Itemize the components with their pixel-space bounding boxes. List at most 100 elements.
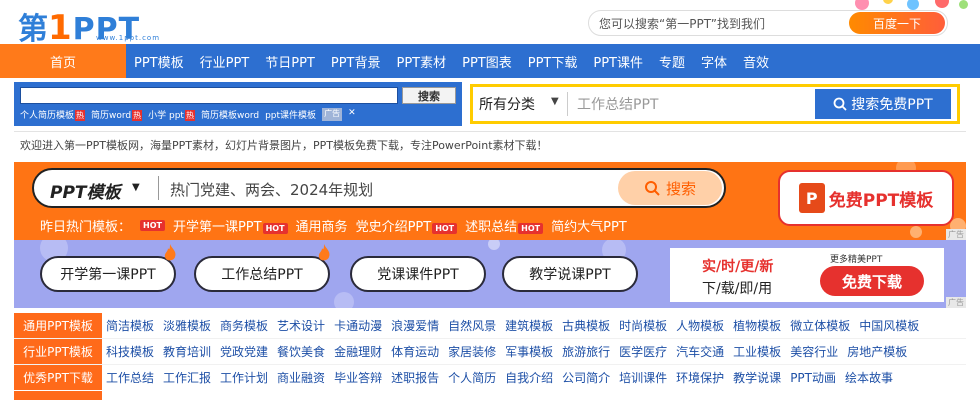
category-link[interactable]: 工作汇报 [163,369,211,386]
chevron-down-icon[interactable]: ▼ [551,96,559,107]
site-search-button[interactable]: 搜索 [402,87,456,104]
category-link[interactable]: 毕业答辩 [334,369,382,386]
category-link[interactable]: 金融理财 [334,343,382,360]
nav-item-ppt-material[interactable]: PPT素材 [389,44,455,78]
baidu-search-button[interactable]: 百度一下 [849,12,945,34]
category-link[interactable]: 环境保护 [676,369,724,386]
template-search-input[interactable]: 热门党建、两会、2024年规划 [170,179,373,200]
nav-item-sound[interactable]: 音效 [735,44,777,78]
free-download-panel: 实/时/更/新 下/载/即/用 更多精美PPT 免费下载 [670,248,944,302]
category-link[interactable]: 时尚模板 [619,317,667,334]
site-header: 第 1 PPT www.1ppt.com 您可以搜索“第一PPT”找到我们 百度… [0,0,980,48]
ad-label: 广告 [946,229,966,240]
hot-template-link[interactable]: 通用商务 [296,216,348,235]
free-ppt-search-button[interactable]: 搜索免费PPT [815,89,951,119]
category-label[interactable] [14,391,102,400]
hot-template-link[interactable]: 党史介绍PPT HOT [356,216,458,235]
nav-item-ppt-template[interactable]: PPT模板 [126,44,192,78]
category-link[interactable]: 自我介绍 [505,369,553,386]
category-link[interactable]: 人物模板 [676,317,724,334]
main-nav: 首页 PPT模板 行业PPT 节日PPT PPT背景 PPT素材 PPT图表 P… [0,44,980,78]
category-link[interactable]: 美容行业 [790,343,838,360]
category-link[interactable]: 餐饮美食 [277,343,325,360]
category-link[interactable]: 培训课件 [619,369,667,386]
free-download-button[interactable]: 免费下载 [820,266,924,296]
category-link[interactable]: 述职报告 [391,369,439,386]
category-link[interactable]: 商务模板 [220,317,268,334]
site-logo[interactable]: 第 1 PPT www.1ppt.com [18,4,159,48]
nav-home[interactable]: 首页 [0,44,126,78]
category-link[interactable]: PPT动画 [790,369,836,386]
category-link[interactable]: 军事模板 [505,343,553,360]
free-ppt-template-button[interactable]: P 免费PPT模板 [778,170,954,226]
template-category-select[interactable]: PPT模板 [50,178,121,203]
category-link[interactable]: 教育培训 [163,343,211,360]
nav-item-industry-ppt[interactable]: 行业PPT [192,44,258,78]
hot-badge: 热 [184,110,195,121]
category-link[interactable]: 个人简历 [448,369,496,386]
promo-banner[interactable]: 开学第一课PPT 工作总结PPT 党课课件PPT 教学说课PPT 实/时/更/新… [14,240,966,308]
promo-pill[interactable]: 教学说课PPT [502,256,638,292]
category-link[interactable]: 卡通动漫 [334,317,382,334]
category-link[interactable]: 旅游旅行 [562,343,610,360]
free-ppt-search-label: 搜索免费PPT [851,97,933,113]
slogan-realtime: 实/时/更/新 [702,259,774,275]
category-link[interactable]: 植物模板 [733,317,781,334]
category-link[interactable]: 微立体模板 [790,317,850,334]
category-link[interactable]: 教学说课 [733,369,781,386]
nav-item-festival-ppt[interactable]: 节日PPT [257,44,323,78]
category-link[interactable]: 浪漫爱情 [391,317,439,334]
category-link[interactable]: 绘本故事 [845,369,893,386]
promo-pill[interactable]: 党课课件PPT [350,256,486,292]
category-link[interactable]: 工业模板 [733,343,781,360]
category-link[interactable]: 工作总结 [106,369,154,386]
hot-template-link[interactable]: 简约大气PPT [551,216,627,235]
category-link[interactable]: 商业融资 [277,369,325,386]
nav-item-fonts[interactable]: 字体 [693,44,735,78]
category-link[interactable]: 房地产模板 [847,343,907,360]
suggestion-link[interactable]: 简历word 热 [91,108,143,121]
suggestion-link[interactable]: 简历模板word [201,108,259,121]
category-link[interactable]: 自然风景 [448,317,496,334]
suggestion-link[interactable]: ppt课件模板 [265,108,316,121]
nav-item-ppt-courseware[interactable]: PPT课件 [585,44,651,78]
category-label[interactable]: 优秀PPT下载 [14,365,102,390]
nav-item-ppt-chart[interactable]: PPT图表 [454,44,520,78]
promo-pill[interactable]: 工作总结PPT [194,256,330,292]
hot-template-link[interactable]: 开学第一课PPT HOT [173,216,288,235]
category-label[interactable]: 行业PPT模板 [14,339,102,364]
close-icon[interactable]: ✕ [348,108,356,121]
nav-item-topics[interactable]: 专题 [651,44,693,78]
hot-template-link[interactable]: 述职总结 HOT [465,216,544,235]
site-search-input[interactable] [20,87,398,104]
suggestion-link[interactable]: 个人简历模板热 [20,108,86,121]
hot-badge: HOT [432,223,458,234]
ad-label: 广告 [946,297,966,308]
free-ppt-search-input[interactable]: 工作总结PPT [577,94,658,114]
category-link[interactable]: 艺术设计 [277,317,325,334]
chevron-down-icon[interactable]: ▼ [132,182,140,193]
category-link[interactable]: 中国风模板 [859,317,919,334]
category-link[interactable]: 汽车交通 [676,343,724,360]
category-link[interactable]: 工作计划 [220,369,268,386]
nav-item-ppt-background[interactable]: PPT背景 [323,44,389,78]
category-link[interactable]: 医学医疗 [619,343,667,360]
category-link[interactable]: 古典模板 [562,317,610,334]
category-link[interactable]: 家居装修 [448,343,496,360]
nav-item-ppt-download[interactable]: PPT下载 [520,44,586,78]
promo-pill[interactable]: 开学第一课PPT [40,256,176,292]
category-link[interactable]: 党政党建 [220,343,268,360]
logo-number: 1 [48,8,72,48]
category-select[interactable]: 所有分类 [479,94,535,114]
category-link[interactable]: 简洁模板 [106,317,154,334]
template-search-button[interactable]: 搜索 [618,171,722,205]
category-link[interactable]: 科技模板 [106,343,154,360]
category-link[interactable]: 公司简介 [562,369,610,386]
category-label[interactable]: 通用PPT模板 [14,313,102,338]
search-icon [644,181,660,196]
suggestion-link[interactable]: 小学 ppt 热 [148,108,195,121]
category-link[interactable]: 淡雅模板 [163,317,211,334]
category-link[interactable]: 建筑模板 [505,317,553,334]
category-link[interactable]: 体育运动 [391,343,439,360]
baidu-search-input[interactable]: 您可以搜索“第一PPT”找到我们 [599,15,765,32]
